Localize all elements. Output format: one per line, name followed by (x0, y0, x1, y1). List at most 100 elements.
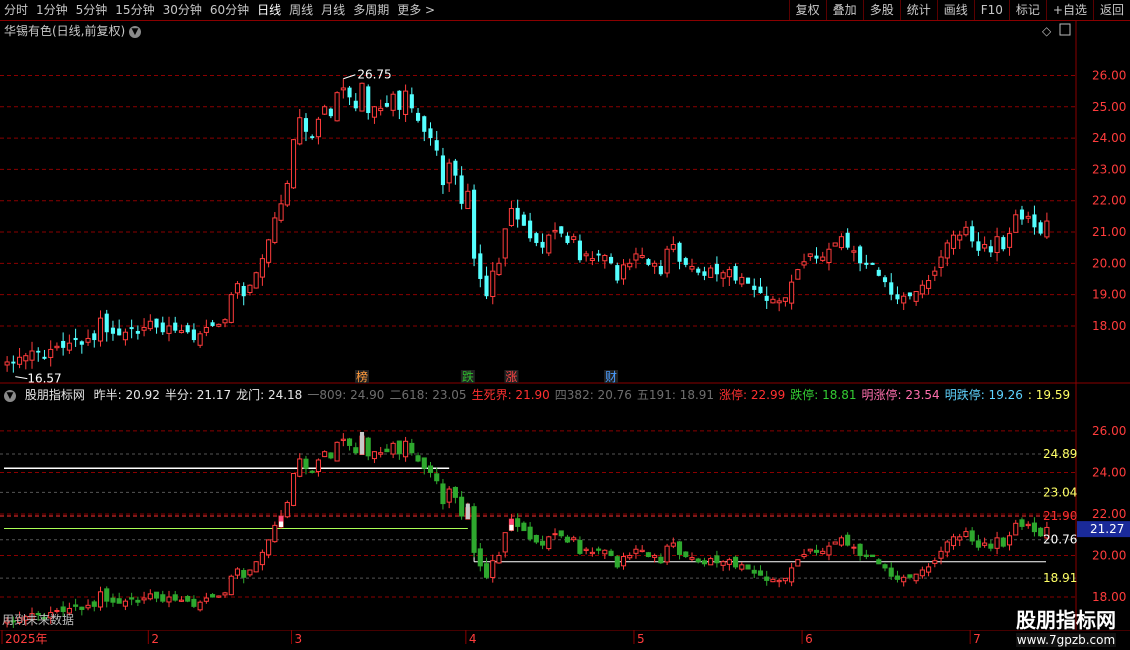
tool-button-3[interactable]: 统计 (899, 0, 937, 20)
candle (970, 220, 975, 248)
period-tab-1[interactable]: 1分钟 (32, 0, 72, 20)
candle-body (602, 254, 608, 262)
candle-body (210, 322, 215, 326)
candle (919, 280, 925, 299)
candle (782, 297, 788, 307)
candle-body (409, 442, 415, 454)
candle (297, 108, 303, 146)
candle (658, 260, 663, 277)
tool-button-5[interactable]: F10 (973, 0, 1009, 20)
candle-body (459, 175, 464, 204)
candle-body (826, 545, 832, 556)
x-tick-label: 6 (805, 632, 813, 646)
candle (284, 180, 290, 207)
x-axis: 2025年 2 3 4 5 6 7 (0, 630, 1130, 646)
tool-button-0[interactable]: 复权 (788, 0, 826, 20)
candle (4, 356, 10, 372)
candle-body (459, 496, 465, 517)
candle-body (1006, 233, 1013, 248)
candle (154, 318, 159, 334)
candle (147, 314, 153, 332)
candle-body (259, 258, 265, 278)
period-tab-8[interactable]: 月线 (317, 0, 349, 20)
candle (1044, 212, 1050, 240)
candle (117, 319, 122, 336)
candle-body (882, 564, 888, 569)
candle (173, 316, 178, 333)
candle (496, 257, 502, 276)
indicator-candle (129, 592, 135, 606)
tool-button-2[interactable]: 多股 (862, 0, 900, 20)
candle (814, 247, 819, 264)
candle (97, 310, 104, 347)
period-tab-0[interactable]: 分时 (0, 0, 32, 20)
period-tab-10[interactable]: 更多 > (393, 0, 439, 20)
candle (54, 342, 60, 351)
candle (745, 277, 751, 284)
candle (141, 318, 147, 337)
candle-body (197, 601, 203, 611)
level-label: 18.91 (1043, 571, 1077, 585)
candle-body (73, 604, 79, 607)
period-tab-7[interactable]: 周线 (285, 0, 317, 20)
x-tick-label: 2025年 (5, 632, 48, 646)
period-tab-6[interactable]: 日线 (253, 0, 285, 20)
candle-body (683, 258, 688, 265)
indicator-chart[interactable]: 18.00 20.00 22.00 24.00 26.00 24.89 23.04 20.76… (0, 384, 1130, 630)
candle-body (228, 575, 234, 596)
tool-button-6[interactable]: 标记 (1008, 0, 1046, 20)
candle (459, 166, 464, 210)
candle-body (932, 270, 938, 276)
candle-body (851, 546, 857, 549)
candle (110, 320, 116, 341)
candle (185, 322, 190, 334)
indicator-candle (110, 593, 116, 607)
indicator-candle (757, 565, 764, 576)
tool-button-4[interactable]: 画线 (936, 0, 974, 20)
candle (216, 323, 222, 328)
candle (726, 266, 732, 287)
candle-body (297, 458, 303, 477)
candle-body (484, 275, 489, 297)
candle-body (745, 564, 751, 570)
candle-body (826, 248, 832, 264)
candle-body (858, 246, 863, 264)
candle-body (129, 597, 135, 600)
candle-body (845, 534, 851, 546)
candle-body (889, 282, 894, 295)
candle-body (764, 576, 770, 581)
signal-bar-grey (359, 431, 365, 455)
chevron-down-icon[interactable]: ▼ (4, 389, 16, 402)
indicator-candle (689, 552, 695, 562)
indicator-value-8: 涨停: 22.99 (719, 388, 786, 402)
indicator-value-3: 一809: 24.90 (307, 388, 385, 402)
tool-button-7[interactable]: +自选 (1045, 0, 1093, 20)
indicator-candle (776, 578, 782, 588)
indicator-candle (988, 539, 994, 552)
candle (714, 256, 719, 282)
period-tab-4[interactable]: 30分钟 (159, 0, 206, 20)
period-tab-5[interactable]: 60分钟 (206, 0, 253, 20)
indicator-candle (664, 543, 670, 565)
candle-body (272, 217, 278, 243)
candle-body (378, 107, 384, 112)
period-tab-2[interactable]: 5分钟 (72, 0, 112, 20)
candle-body (1006, 535, 1013, 546)
indicator-candle (160, 590, 166, 603)
current-price-label: 21.27 (1090, 522, 1124, 536)
candle (61, 332, 66, 356)
tool-button-8[interactable]: 返回 (1092, 0, 1130, 20)
candle-body (627, 554, 633, 559)
candle-body (359, 82, 365, 112)
candle (758, 277, 763, 294)
y-tick-label: 22.00 (1092, 194, 1126, 208)
period-tab-9[interactable]: 多周期 (349, 0, 393, 20)
period-tab-3[interactable]: 15分钟 (111, 0, 158, 20)
indicator-candle (888, 561, 894, 580)
indicator-candle (502, 532, 508, 558)
level-label: 20.76 (1043, 533, 1077, 547)
candlestick-chart[interactable]: 18.00 19.00 20.00 21.00 22.00 23.00 24.00 25.00… (0, 21, 1130, 384)
tool-button-1[interactable]: 叠加 (825, 0, 863, 20)
candle-body (502, 532, 508, 553)
candle-body (714, 263, 719, 275)
